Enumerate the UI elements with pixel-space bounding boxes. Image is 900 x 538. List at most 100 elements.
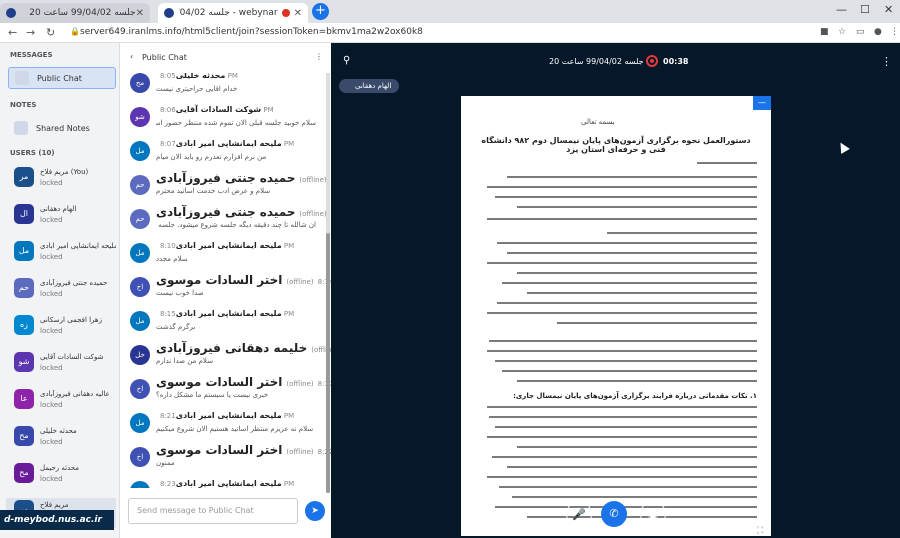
chat-header: ‹ Public Chat ⋮: [120, 49, 331, 69]
user-list-item[interactable]: مل ملیحه ایمانشاپی امیر ابادی locked: [6, 239, 116, 269]
record-icon[interactable]: [646, 55, 658, 67]
message-text: ممنون: [156, 459, 175, 467]
user-list-item[interactable]: ال الهام دهقانی locked: [6, 202, 116, 232]
user-list-item[interactable]: شو شوکت السادات آقایی locked: [6, 350, 116, 380]
message-author: حمیده جنتی فیروزآبادی(offline)8:08 PM: [156, 205, 331, 219]
reload-icon[interactable]: ↻: [46, 26, 55, 39]
close-window-icon[interactable]: ✕: [884, 3, 893, 16]
message-text: من نرم افزارم تعذرم رو باید الان میام: [156, 153, 267, 161]
avatar: مل: [130, 243, 150, 263]
user-list-item[interactable]: حم حمیده جنتی فیروزآبادی locked: [6, 276, 116, 306]
sidebar-item-public-chat[interactable]: Public Chat: [8, 67, 116, 89]
user-status: locked: [40, 290, 63, 298]
sidebar-item-label: Public Chat: [37, 73, 82, 83]
user-status: locked: [40, 401, 63, 409]
browser-tab-2[interactable]: webynar - جلسه 99/04/02 ساعت 20 ✕: [158, 3, 308, 23]
tab-favicon: [164, 8, 174, 18]
camera-button[interactable]: ▣: [640, 501, 666, 527]
users-header: USERS (10): [10, 149, 55, 157]
user-list-item[interactable]: مح محدثه رحیمل locked: [6, 461, 116, 491]
message-text: سلام خوبید جلسه قبلی الان تموم شده منتظر…: [156, 119, 316, 127]
cast-icon[interactable]: ▭: [856, 27, 866, 37]
user-name: محدثه خلیلی: [40, 427, 77, 435]
doc-text-line: [487, 262, 757, 264]
user-status: locked: [40, 216, 63, 224]
offline-label: (offline): [286, 380, 314, 388]
doc-text-line: [487, 436, 757, 438]
minimize-presentation-button[interactable]: —: [753, 96, 771, 110]
user-icon[interactable]: ⚲: [343, 55, 350, 66]
mute-button[interactable]: 🎤: [566, 501, 592, 527]
options-icon[interactable]: ⋮: [881, 55, 892, 68]
doc-text-line: [487, 186, 757, 188]
message-text: سلام ته عزیزم منتظر اساتید هستیم الان شر…: [156, 425, 314, 433]
tab-title: webynar - جلسه 99/04/02 ساعت 20: [179, 8, 278, 18]
user-list-item[interactable]: مر مریم فلاح (You) locked: [6, 165, 116, 195]
browser-tab-1[interactable]: جلسه 99/04/02 ساعت 20 ✕: [0, 3, 150, 23]
doc-text-line: [495, 506, 757, 508]
sidebar: MESSAGES Public Chat NOTES Shared Notes …: [0, 43, 120, 538]
close-icon[interactable]: ✕: [294, 8, 302, 19]
address-bar: ← → ↻ 🔒 server649.iranlms.info/html5clie…: [0, 23, 900, 43]
maximize-icon[interactable]: ☐: [860, 3, 870, 16]
tab-title: جلسه 99/04/02 ساعت 20: [29, 8, 136, 18]
doc-text-line: [517, 380, 757, 382]
url-field[interactable]: server649.iranlms.info/html5client/join?…: [80, 27, 423, 37]
user-list-item[interactable]: زه زهرا افجمی ارسکانی locked: [6, 313, 116, 343]
camera-icon[interactable]: ■: [820, 27, 830, 37]
doc-text-line: [495, 360, 757, 362]
doc-heading: دستورالعمل نحوه برگزاری آزمون‌های پایان …: [481, 136, 751, 154]
doc-text-line: [497, 302, 757, 304]
doc-text-line: [507, 252, 757, 254]
chat-scrollbar[interactable]: [326, 73, 330, 493]
offline-label: (offline): [286, 278, 314, 286]
chat-panel: ‹ Public Chat ⋮ مح محدثه خلیلی8:05 PM خدام…: [120, 43, 331, 538]
avatar: خل: [130, 345, 150, 365]
doc-text-line: [502, 282, 757, 284]
avatar: ال: [14, 204, 34, 224]
avatar: حم: [130, 175, 150, 195]
message-author: ملیحه ایمانشاپی امیر ابادی8:10 PM: [160, 241, 295, 250]
user-list-item[interactable]: عا عالیه دهقانی فیروزآبادی locked: [6, 387, 116, 417]
doc-text-line: [487, 406, 757, 408]
user-status: locked: [40, 475, 63, 483]
minimize-icon[interactable]: —: [836, 3, 847, 16]
watermark: d-meybod.nus.ac.ir: [0, 510, 114, 530]
user-name: شوکت السادات آقایی: [40, 353, 104, 361]
user-name: مریم فلاح (You): [40, 168, 89, 176]
doc-text-line: [527, 292, 757, 294]
message-author: خلیمه دهقانی فیروزآبادی(offline)8:16 PM: [156, 341, 331, 355]
user-status: locked: [40, 179, 63, 187]
avatar: اخ: [130, 447, 150, 467]
avatar: مر: [14, 167, 34, 187]
chat-options-icon[interactable]: ⋮: [315, 52, 323, 61]
star-icon[interactable]: ☆: [838, 27, 848, 37]
new-tab-button[interactable]: +: [312, 3, 329, 20]
chat-input[interactable]: Send message to Public Chat: [128, 498, 298, 524]
menu-icon[interactable]: ⋮: [890, 27, 900, 37]
user-name: محدثه رحیمل: [40, 464, 80, 472]
notes-icon: [14, 121, 28, 135]
messages-header: MESSAGES: [10, 51, 53, 59]
user-name: عالیه دهقانی فیروزآبادی: [40, 390, 110, 398]
fullscreen-icon[interactable]: ⛶: [757, 526, 763, 536]
back-chevron-icon[interactable]: ‹: [130, 52, 133, 61]
sidebar-item-shared-notes[interactable]: Shared Notes: [8, 117, 116, 139]
user-list-item[interactable]: مح محدثه خلیلی locked: [6, 424, 116, 454]
avatar: مح: [14, 426, 34, 446]
forward-icon[interactable]: →: [26, 26, 35, 39]
doc-text-line: [507, 176, 757, 178]
phone-button[interactable]: ✆: [601, 501, 627, 527]
send-button[interactable]: ➤: [305, 501, 325, 521]
doc-section-title: ۱. نکات مقدماتی درباره فرایند برگزاری آز…: [513, 392, 757, 400]
offline-label: (offline): [299, 176, 327, 184]
doc-text-line: [495, 426, 757, 428]
message-author: ملیحه ایمانشاپی امیر ابادی8:07 PM: [160, 139, 295, 148]
doc-text-line: [499, 486, 757, 488]
doc-text-line: [495, 196, 757, 198]
avatar: حم: [14, 278, 34, 298]
close-icon[interactable]: ✕: [136, 8, 144, 19]
presentation-area: ⚲ جلسه 99/04/02 ساعت 20 00:38 ⋮ الهام ده…: [331, 43, 900, 538]
back-icon[interactable]: ←: [8, 26, 17, 39]
profile-icon[interactable]: ●: [874, 27, 884, 37]
